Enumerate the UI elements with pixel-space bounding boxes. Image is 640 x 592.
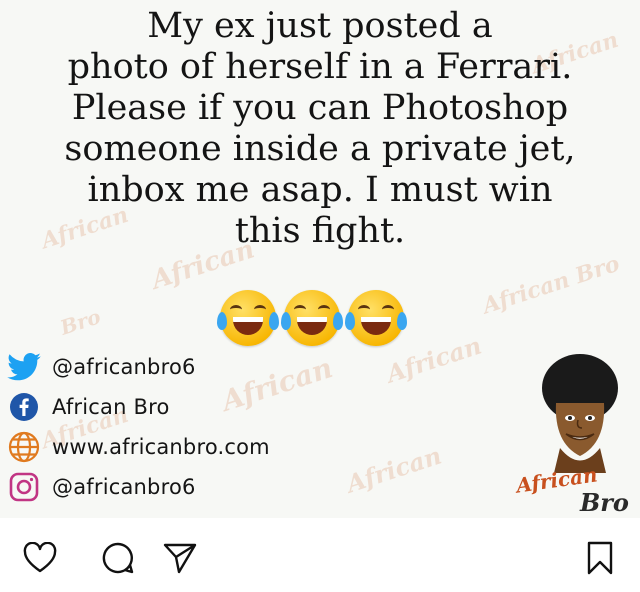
face-with-tears-of-joy-icon xyxy=(281,290,343,346)
comment-button[interactable] xyxy=(98,538,138,578)
comment-icon xyxy=(102,542,134,574)
watermark: African Bro xyxy=(479,250,623,320)
social-item-facebook: African Bro xyxy=(4,387,270,427)
social-item-twitter: @africanbro6 xyxy=(4,347,270,387)
caption-line: someone inside a private jet, xyxy=(64,129,576,169)
social-handles: @africanbro6 African Bro www.africanbro.… xyxy=(4,347,270,507)
share-icon xyxy=(163,543,197,574)
mascot-label: Bro xyxy=(580,488,629,517)
emoji-row xyxy=(217,290,407,346)
instagram-icon xyxy=(4,469,44,505)
face-with-tears-of-joy-icon xyxy=(345,290,407,346)
facebook-icon xyxy=(4,389,44,425)
face-with-tears-of-joy-icon xyxy=(217,290,279,346)
twitter-handle: @africanbro6 xyxy=(52,355,196,379)
twitter-icon xyxy=(4,349,44,385)
like-button[interactable] xyxy=(20,538,60,578)
social-item-instagram: @africanbro6 xyxy=(4,467,270,507)
post-image[interactable]: African African African African Bro Afri… xyxy=(0,0,640,518)
caption-line: My ex just posted a xyxy=(147,6,493,46)
heart-icon xyxy=(23,542,57,573)
facebook-handle: African Bro xyxy=(52,395,170,419)
share-button[interactable] xyxy=(160,538,200,578)
save-button[interactable] xyxy=(580,538,620,578)
post-action-bar xyxy=(0,518,640,592)
caption-line: this fight. xyxy=(234,211,406,251)
watermark: Bro xyxy=(57,304,104,340)
caption-line: Please if you can Photoshop xyxy=(71,88,569,128)
globe-icon xyxy=(4,429,44,465)
social-item-website: www.africanbro.com xyxy=(4,427,270,467)
caption-line: photo of herself in a Ferrari. xyxy=(67,47,573,87)
post-caption: My ex just posted a photo of herself in … xyxy=(0,6,640,252)
instagram-handle: @africanbro6 xyxy=(52,475,196,499)
website-url: www.africanbro.com xyxy=(52,435,270,459)
watermark: African xyxy=(342,440,445,499)
bookmark-icon xyxy=(587,541,613,575)
caption-line: inbox me asap. I must win xyxy=(87,170,553,210)
